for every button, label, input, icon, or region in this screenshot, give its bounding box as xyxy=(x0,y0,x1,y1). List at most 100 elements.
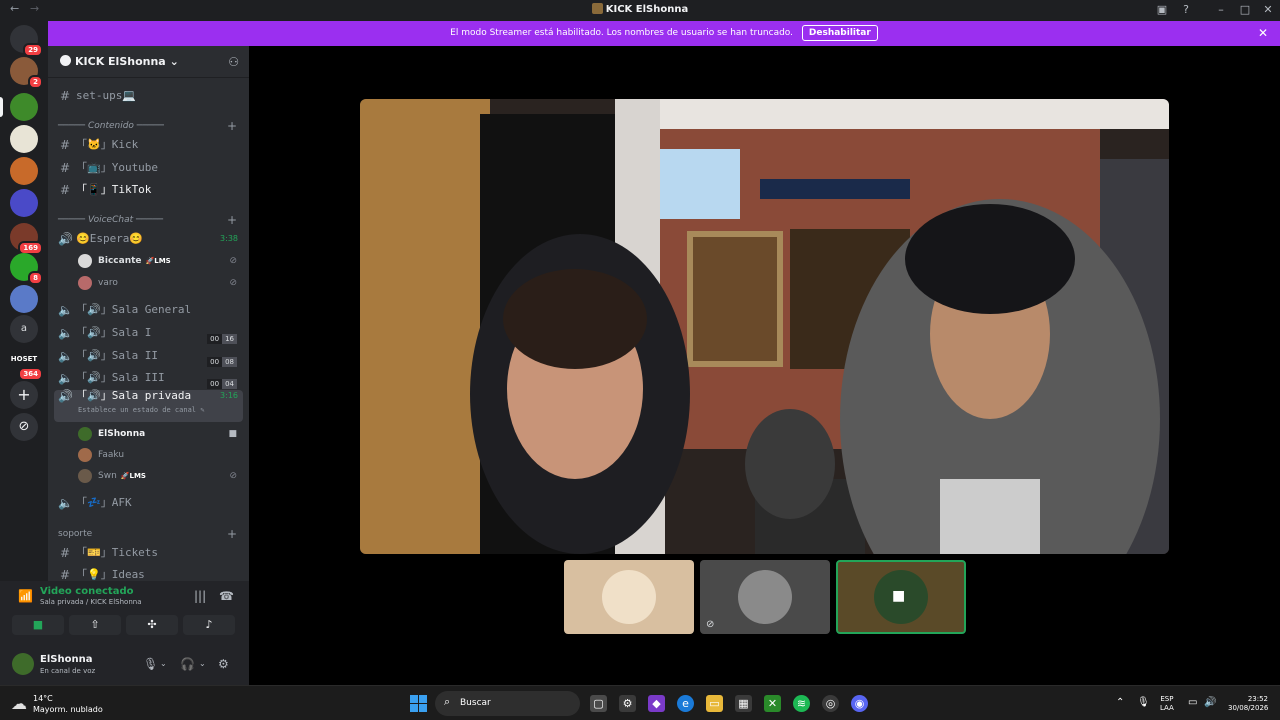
xbox-icon[interactable]: ✕ xyxy=(764,695,781,712)
avatar xyxy=(78,276,92,290)
server-icon[interactable]: 169 xyxy=(10,223,43,255)
webcam-video-feed[interactable] xyxy=(360,99,1169,554)
hash-icon: # xyxy=(59,89,71,103)
channel-label: 「💡」Ideas xyxy=(76,568,145,581)
server-icon[interactable] xyxy=(10,93,38,121)
server-icon[interactable] xyxy=(10,125,38,153)
voice-user[interactable]: Faaku xyxy=(48,445,249,465)
chevron-up-icon[interactable]: ⌃ xyxy=(1116,697,1124,708)
disable-streamer-button[interactable]: Deshabilitar xyxy=(801,25,878,41)
channel-set-ups[interactable]: # set-ups💻 xyxy=(48,85,249,107)
signal-icon[interactable]: 📶 xyxy=(18,589,33,603)
spotify-icon[interactable]: ≋ xyxy=(793,695,810,712)
user-name: Biccante 🚀LMS xyxy=(98,251,171,271)
language-indicator[interactable]: ESP LAA xyxy=(1160,695,1174,713)
voice-channel-sala-i[interactable]: 🔈 「🔊」Sala I 00 16 xyxy=(48,322,249,344)
network-icon[interactable]: ▭ xyxy=(1188,697,1197,708)
server-icon[interactable] xyxy=(10,157,38,185)
voice-status-title[interactable]: Video conectado xyxy=(40,586,133,597)
participant-tile[interactable] xyxy=(564,560,694,634)
voice-channel-sala-ii[interactable]: 🔈 「🔊」Sala II 00 08 xyxy=(48,345,249,367)
server-initial: a xyxy=(10,315,38,343)
voice-user[interactable]: varo ⊘ xyxy=(48,273,249,293)
channel-tiktok[interactable]: # 「📱」TikTok xyxy=(48,179,249,201)
microphone-icon[interactable]: 🎙 xyxy=(143,657,158,671)
channel-ideas[interactable]: # 「💡」Ideas xyxy=(48,564,249,581)
channel-tickets[interactable]: # 「🎫」Tickets xyxy=(48,542,249,564)
app-icon[interactable]: ◆ xyxy=(648,695,665,712)
close-window-button[interactable]: ✕ xyxy=(1260,3,1276,17)
discover-button[interactable]: ⊘ xyxy=(10,413,38,441)
category-contenido[interactable]: ───── Contenido ───── + xyxy=(48,118,249,134)
inbox-icon[interactable]: ▣ xyxy=(1154,3,1170,17)
soundboard-button[interactable]: ♪ xyxy=(183,615,235,635)
chevron-down-icon[interactable]: ⌄ xyxy=(199,659,206,668)
help-icon[interactable]: ? xyxy=(1178,3,1194,17)
add-channel-icon[interactable]: + xyxy=(227,118,237,134)
screen-share-button[interactable]: ⇧ xyxy=(69,615,121,635)
store-icon[interactable]: ▦ xyxy=(735,695,752,712)
add-server-button[interactable]: + xyxy=(10,381,38,409)
close-banner-icon[interactable]: ✕ xyxy=(1258,21,1268,46)
speaker-icon: 🔈 xyxy=(58,496,73,510)
add-channel-icon[interactable]: + xyxy=(227,212,237,228)
server-header[interactable]: KICK ElShonna ⌄ ⚇ xyxy=(48,46,249,78)
channel-kick[interactable]: # 「🐱」Kick xyxy=(48,134,249,156)
voice-channel-espera[interactable]: 🔊 😊Espera😊 3:38 xyxy=(48,228,249,250)
weather-temperature[interactable]: 14°C xyxy=(33,694,53,703)
server-icon[interactable]: 8 xyxy=(10,253,43,285)
settings-gear-icon[interactable]: ⚙ xyxy=(619,695,636,712)
invite-icon[interactable]: ⚇ xyxy=(228,46,239,78)
file-explorer-icon[interactable]: ▭ xyxy=(706,695,723,712)
volume-icon[interactable]: 🔊 xyxy=(1204,697,1216,708)
title-bar: ← → KICK ElShonna ▣ ? – □ ✕ xyxy=(0,0,1280,21)
camera-button[interactable]: ■ xyxy=(12,615,64,635)
noise-suppression-icon[interactable]: ||| xyxy=(194,589,206,603)
server-icon[interactable] xyxy=(10,189,38,217)
server-avatar xyxy=(10,157,38,185)
category-soporte[interactable]: soporte + xyxy=(48,526,249,542)
avatar[interactable] xyxy=(12,653,34,675)
weather-description[interactable]: Mayorm. nublado xyxy=(33,705,103,714)
taskbar-search[interactable]: ⌕ Buscar xyxy=(435,691,580,716)
start-button[interactable] xyxy=(410,695,427,712)
voice-channel-afk[interactable]: 🔈 「💤」AFK xyxy=(48,492,249,514)
voice-user[interactable]: Swn 🚀LMS ⊘ xyxy=(48,466,249,486)
set-channel-status[interactable]: Establece un estado de canal ✎ xyxy=(78,399,204,421)
edge-browser-icon[interactable]: e xyxy=(677,695,694,712)
channel-label: 「🔊」Sala II xyxy=(76,349,159,362)
server-icon[interactable] xyxy=(10,285,38,313)
server-icon[interactable]: HOSET 364 xyxy=(10,349,43,381)
current-user-name[interactable]: ElShonna xyxy=(40,654,92,665)
task-view-icon[interactable]: ▢ xyxy=(590,695,607,712)
voice-channel-sala-general[interactable]: 🔈 「🔊」Sala General xyxy=(48,299,249,321)
participant-tile[interactable]: ■ xyxy=(836,560,966,634)
voice-channel-path[interactable]: Sala privada / KICK ElShonna xyxy=(40,598,141,606)
participant-tile[interactable]: ⊘ xyxy=(700,560,830,634)
maximize-button[interactable]: □ xyxy=(1237,3,1253,17)
app-icon[interactable]: ◎ xyxy=(822,695,839,712)
headphones-icon[interactable]: 🎧 xyxy=(180,657,195,671)
direct-messages-button[interactable]: 29 xyxy=(10,25,43,57)
add-channel-icon[interactable]: + xyxy=(227,526,237,542)
camera-icon: ■ xyxy=(892,588,906,604)
microphone-icon[interactable]: 🎙 xyxy=(1137,697,1150,708)
channel-youtube[interactable]: # 「📺」Youtube xyxy=(48,157,249,179)
category-voicechat[interactable]: ───── VoiceChat ───── + xyxy=(48,212,249,228)
search-placeholder: Buscar xyxy=(460,698,491,708)
minimize-button[interactable]: – xyxy=(1213,3,1229,17)
server-icon[interactable]: 2 xyxy=(10,57,43,89)
voice-channel-sala-privada[interactable]: 🔊 「🔊」Sala privada 3:16 Establece un esta… xyxy=(54,389,243,422)
system-clock[interactable]: 23:52 30/08/2026 xyxy=(1228,695,1268,713)
activities-button[interactable]: ✣ xyxy=(126,615,178,635)
chevron-down-icon[interactable]: ⌄ xyxy=(160,659,167,668)
voice-user[interactable]: ElShonna ■ xyxy=(48,424,249,444)
category-label: ───── VoiceChat ───── xyxy=(58,215,164,225)
weather-cloud-icon[interactable]: ☁ xyxy=(11,694,27,713)
discord-icon[interactable]: ◉ xyxy=(851,695,868,712)
server-icon[interactable]: a xyxy=(10,315,38,343)
hash-icon: # xyxy=(59,568,71,581)
voice-user[interactable]: Biccante 🚀LMS ⊘ xyxy=(48,251,249,271)
settings-gear-icon[interactable]: ⚙ xyxy=(218,657,229,671)
disconnect-icon[interactable]: ☎ xyxy=(219,589,234,603)
